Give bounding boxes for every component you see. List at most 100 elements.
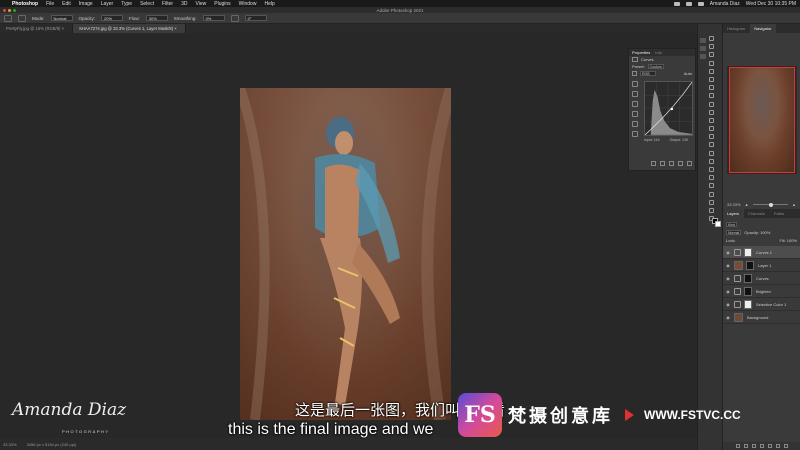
eyedropper-white-icon[interactable] [632,101,638,107]
layer-row[interactable]: ◉ Brighten [723,285,800,298]
trash-icon[interactable] [784,444,788,448]
clone-stamp-tool-icon[interactable] [709,117,714,123]
zoom-out-icon[interactable]: ▲ [745,202,749,207]
new-group-icon[interactable] [768,444,772,448]
menubar-clock[interactable]: Wed Dec 30 10:35 PM [746,1,796,7]
output-value[interactable]: Output: 139 [670,138,688,142]
menu-filter[interactable]: Filter [162,1,173,7]
shape-tool-icon[interactable] [709,191,714,197]
navigator-preview[interactable] [727,66,797,174]
menu-layer[interactable]: Layer [101,1,114,7]
angle-field[interactable]: 0° [244,15,267,21]
mode-select[interactable]: Normal [50,15,73,21]
tab-channels[interactable]: Channels [744,209,770,218]
menu-plugins[interactable]: Plugins [214,1,230,7]
zoom-tool-icon[interactable] [709,207,714,213]
layer-row[interactable]: ◉ Background [723,311,800,324]
layer-mask-thumb[interactable] [744,273,752,283]
add-mask-icon[interactable] [752,444,756,448]
opacity-field[interactable]: 20% [101,15,124,21]
document-image[interactable] [240,88,451,420]
brush-settings-icon[interactable] [18,14,26,22]
brush-tool-icon[interactable] [709,109,714,115]
layer-kind-select[interactable]: Kind [726,221,738,227]
eyedropper-tool-icon[interactable] [709,93,714,99]
menu-image[interactable]: Image [79,1,93,7]
navigator-zoom-value[interactable]: 33.33% [727,202,741,207]
layer-mask-thumb[interactable] [744,247,752,257]
link-layers-icon[interactable] [736,444,740,448]
layer-row[interactable]: ◉ Curves 1 [723,246,800,259]
layer-mask-thumb[interactable] [746,260,754,270]
search-icon[interactable] [697,1,704,6]
visibility-eye-icon[interactable]: ◉ [725,276,731,281]
auto-button[interactable]: Auto [684,71,692,76]
tab-shaa7274[interactable]: SHAA7274.jpg @ 33.3% (Curves 1, Layer Ma… [73,24,186,33]
hand-tool-icon[interactable] [709,199,714,205]
quick-select-tool-icon[interactable] [709,68,714,74]
zoom-slider-knob[interactable] [768,202,773,207]
visibility-eye-icon[interactable]: ◉ [725,289,731,294]
artboard-tool-icon[interactable] [709,44,714,50]
lasso-tool-icon[interactable] [709,60,714,66]
menu-file[interactable]: File [46,1,54,7]
gradient-tool-icon[interactable] [709,142,714,148]
target-adjust-icon[interactable] [632,71,637,76]
menu-window[interactable]: Window [239,1,257,7]
move-tool-icon[interactable] [709,36,714,41]
new-adjustment-icon[interactable] [760,444,764,448]
panel-shortcut-icon[interactable] [700,38,706,43]
layer-fill[interactable]: Fill: 100% [779,238,797,243]
smooth-icon[interactable] [632,131,638,137]
tab-paths[interactable]: Paths [770,209,789,218]
tab-layers[interactable]: Layers [723,209,745,218]
smoothing-field[interactable]: 0% [202,15,225,21]
crop-tool-icon[interactable] [709,76,714,82]
marquee-tool-icon[interactable] [709,52,714,58]
eyedropper-black-icon[interactable] [632,81,638,87]
delete-icon[interactable] [687,161,692,166]
pen-tool-icon[interactable] [709,167,714,172]
visibility-eye-icon[interactable]: ◉ [725,263,731,268]
type-tool-icon[interactable] [709,175,714,181]
new-layer-icon[interactable] [776,444,780,448]
layer-opacity[interactable]: Opacity: 100% [744,230,770,235]
menu-view[interactable]: View [196,1,207,7]
brush-tool-preset-icon[interactable] [4,14,12,22]
input-value[interactable]: Input: 144 [644,138,660,142]
tab-info[interactable]: Info [655,50,662,55]
layer-row[interactable]: ◉ Layer 1 [723,259,800,272]
flow-field[interactable]: 30% [145,15,168,21]
layer-mask-thumb[interactable] [744,286,752,296]
reset-icon[interactable] [669,161,674,166]
menu-edit[interactable]: Edit [62,1,71,7]
spot-healing-tool-icon[interactable] [709,101,714,107]
layer-mask-thumb[interactable] [744,299,752,309]
preset-select[interactable]: Custom [647,64,664,69]
wifi-icon[interactable] [685,1,692,6]
menu-3d[interactable]: 3D [181,1,187,7]
panel-shortcut-icon[interactable] [700,54,706,59]
dodge-tool-icon[interactable] [709,158,714,164]
visibility-eye-icon[interactable]: ◉ [725,315,731,320]
menubar-user[interactable]: Amanda Diaz [710,1,740,7]
layer-style-icon[interactable] [744,444,748,448]
pencil-icon[interactable] [632,121,638,127]
navigator-view-box[interactable] [729,67,795,173]
eyedropper-gray-icon[interactable] [632,91,638,97]
background-color-swatch[interactable] [715,221,721,227]
curves-graph[interactable] [644,81,693,136]
view-previous-icon[interactable] [660,161,665,166]
visibility-icon[interactable] [678,161,683,166]
layer-row[interactable]: ◉ Curves [723,272,800,285]
channel-select[interactable]: RGB [640,71,656,76]
menu-type[interactable]: Type [121,1,132,7]
path-select-tool-icon[interactable] [709,183,714,189]
zoom-in-icon[interactable]: ▲ [792,202,796,207]
eraser-tool-icon[interactable] [709,134,714,140]
history-brush-tool-icon[interactable] [709,126,714,132]
panel-shortcut-icon[interactable] [700,46,706,51]
tab-navigator[interactable]: Navigator [750,24,777,33]
visibility-eye-icon[interactable]: ◉ [725,302,731,307]
menu-app-name[interactable]: Photoshop [12,1,38,7]
